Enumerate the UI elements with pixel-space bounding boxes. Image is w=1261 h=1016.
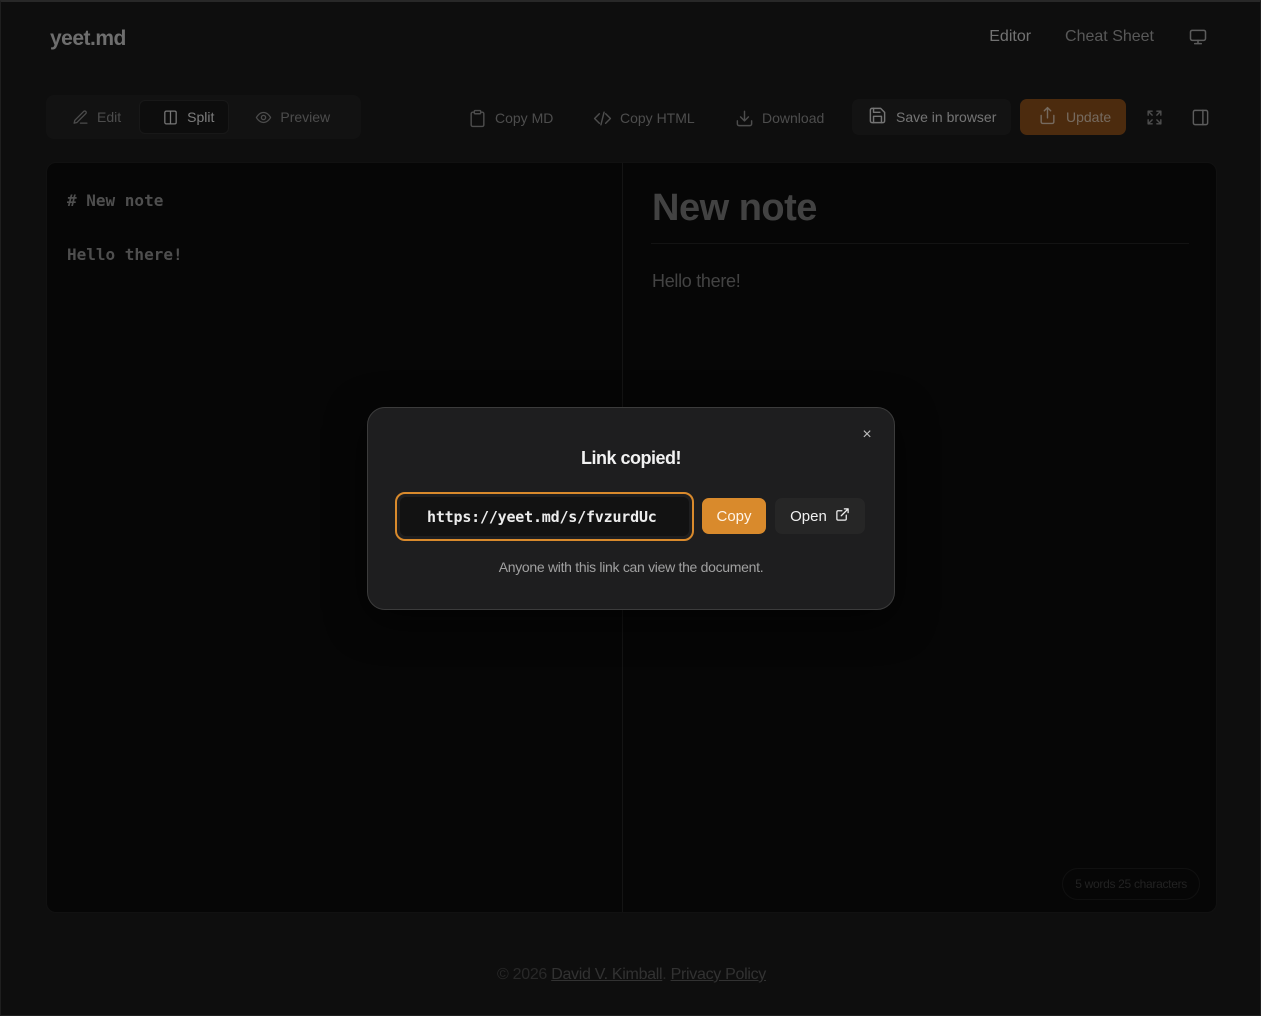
- close-icon[interactable]: ×: [860, 427, 874, 443]
- share-url-value[interactable]: https://yeet.md/s/fvzurdUc: [400, 497, 689, 536]
- dialog-title: Link copied!: [580, 448, 682, 468]
- copy-link-button[interactable]: Copy: [702, 498, 766, 534]
- share-url-field[interactable]: https://yeet.md/s/fvzurdUc: [395, 492, 694, 541]
- open-link-button[interactable]: Open: [775, 498, 865, 534]
- dialog-note: Anyone with this link can view the docum…: [498, 559, 764, 575]
- share-link-dialog: × Link copied! https://yeet.md/s/fvzurdU…: [367, 407, 895, 610]
- open-link-label: Open: [790, 507, 827, 525]
- external-link-icon: [835, 507, 850, 526]
